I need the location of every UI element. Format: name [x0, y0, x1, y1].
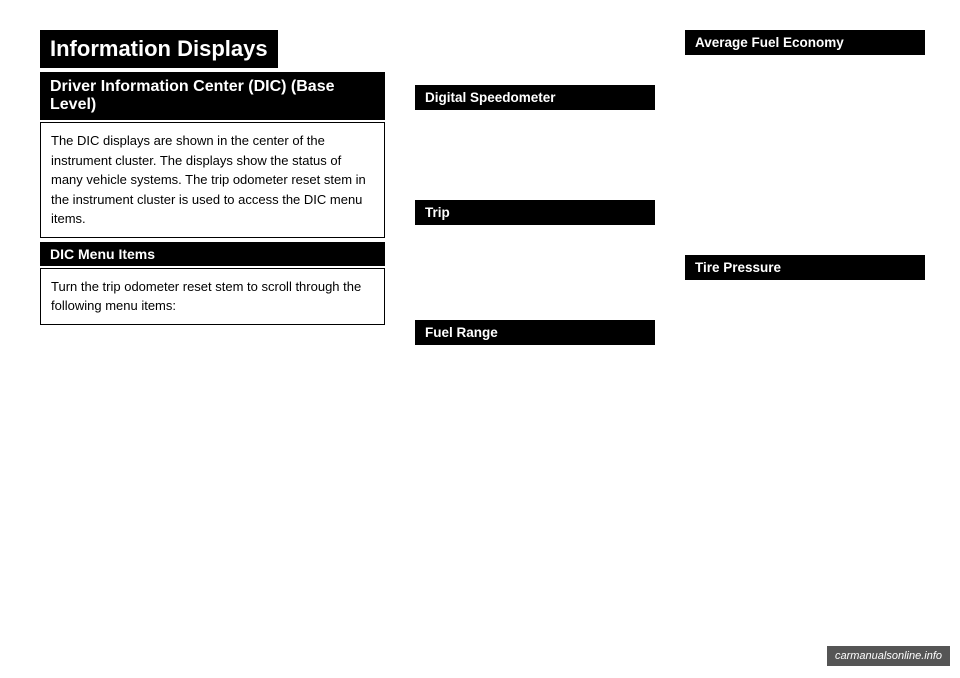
middle-item-fuel-range: Fuel Range — [415, 320, 665, 345]
avg-fuel-label: Average Fuel Economy — [685, 30, 925, 55]
middle-item-speedometer: Digital Speedometer — [415, 85, 665, 110]
subsection-body: Turn the trip odometer reset stem to scr… — [40, 268, 385, 325]
right-item-avg-fuel: Average Fuel Economy — [685, 30, 925, 55]
middle-items: Digital Speedometer Trip Fuel Range — [415, 30, 665, 345]
digital-speedometer-label: Digital Speedometer — [415, 85, 655, 110]
section-header: Driver Information Center (DIC) (Base Le… — [40, 72, 385, 120]
right-column: Average Fuel Economy Tire Pressure — [675, 30, 925, 345]
subsection-header: DIC Menu Items — [40, 242, 385, 266]
right-items: Average Fuel Economy Tire Pressure — [685, 30, 925, 280]
section-body: The DIC displays are shown in the center… — [40, 122, 385, 238]
middle-column: Digital Speedometer Trip Fuel Range — [405, 30, 675, 345]
middle-item-trip: Trip — [415, 200, 665, 225]
left-column: Information Displays Driver Information … — [40, 30, 405, 345]
trip-label: Trip — [415, 200, 655, 225]
page-container: Information Displays Driver Information … — [0, 0, 960, 678]
watermark: carmanualsonline.info — [827, 646, 950, 666]
tire-pressure-label: Tire Pressure — [685, 255, 925, 280]
right-item-tire-pressure: Tire Pressure — [685, 255, 925, 280]
content-area: Information Displays Driver Information … — [40, 30, 920, 345]
main-title: Information Displays — [40, 30, 278, 68]
fuel-range-label: Fuel Range — [415, 320, 655, 345]
